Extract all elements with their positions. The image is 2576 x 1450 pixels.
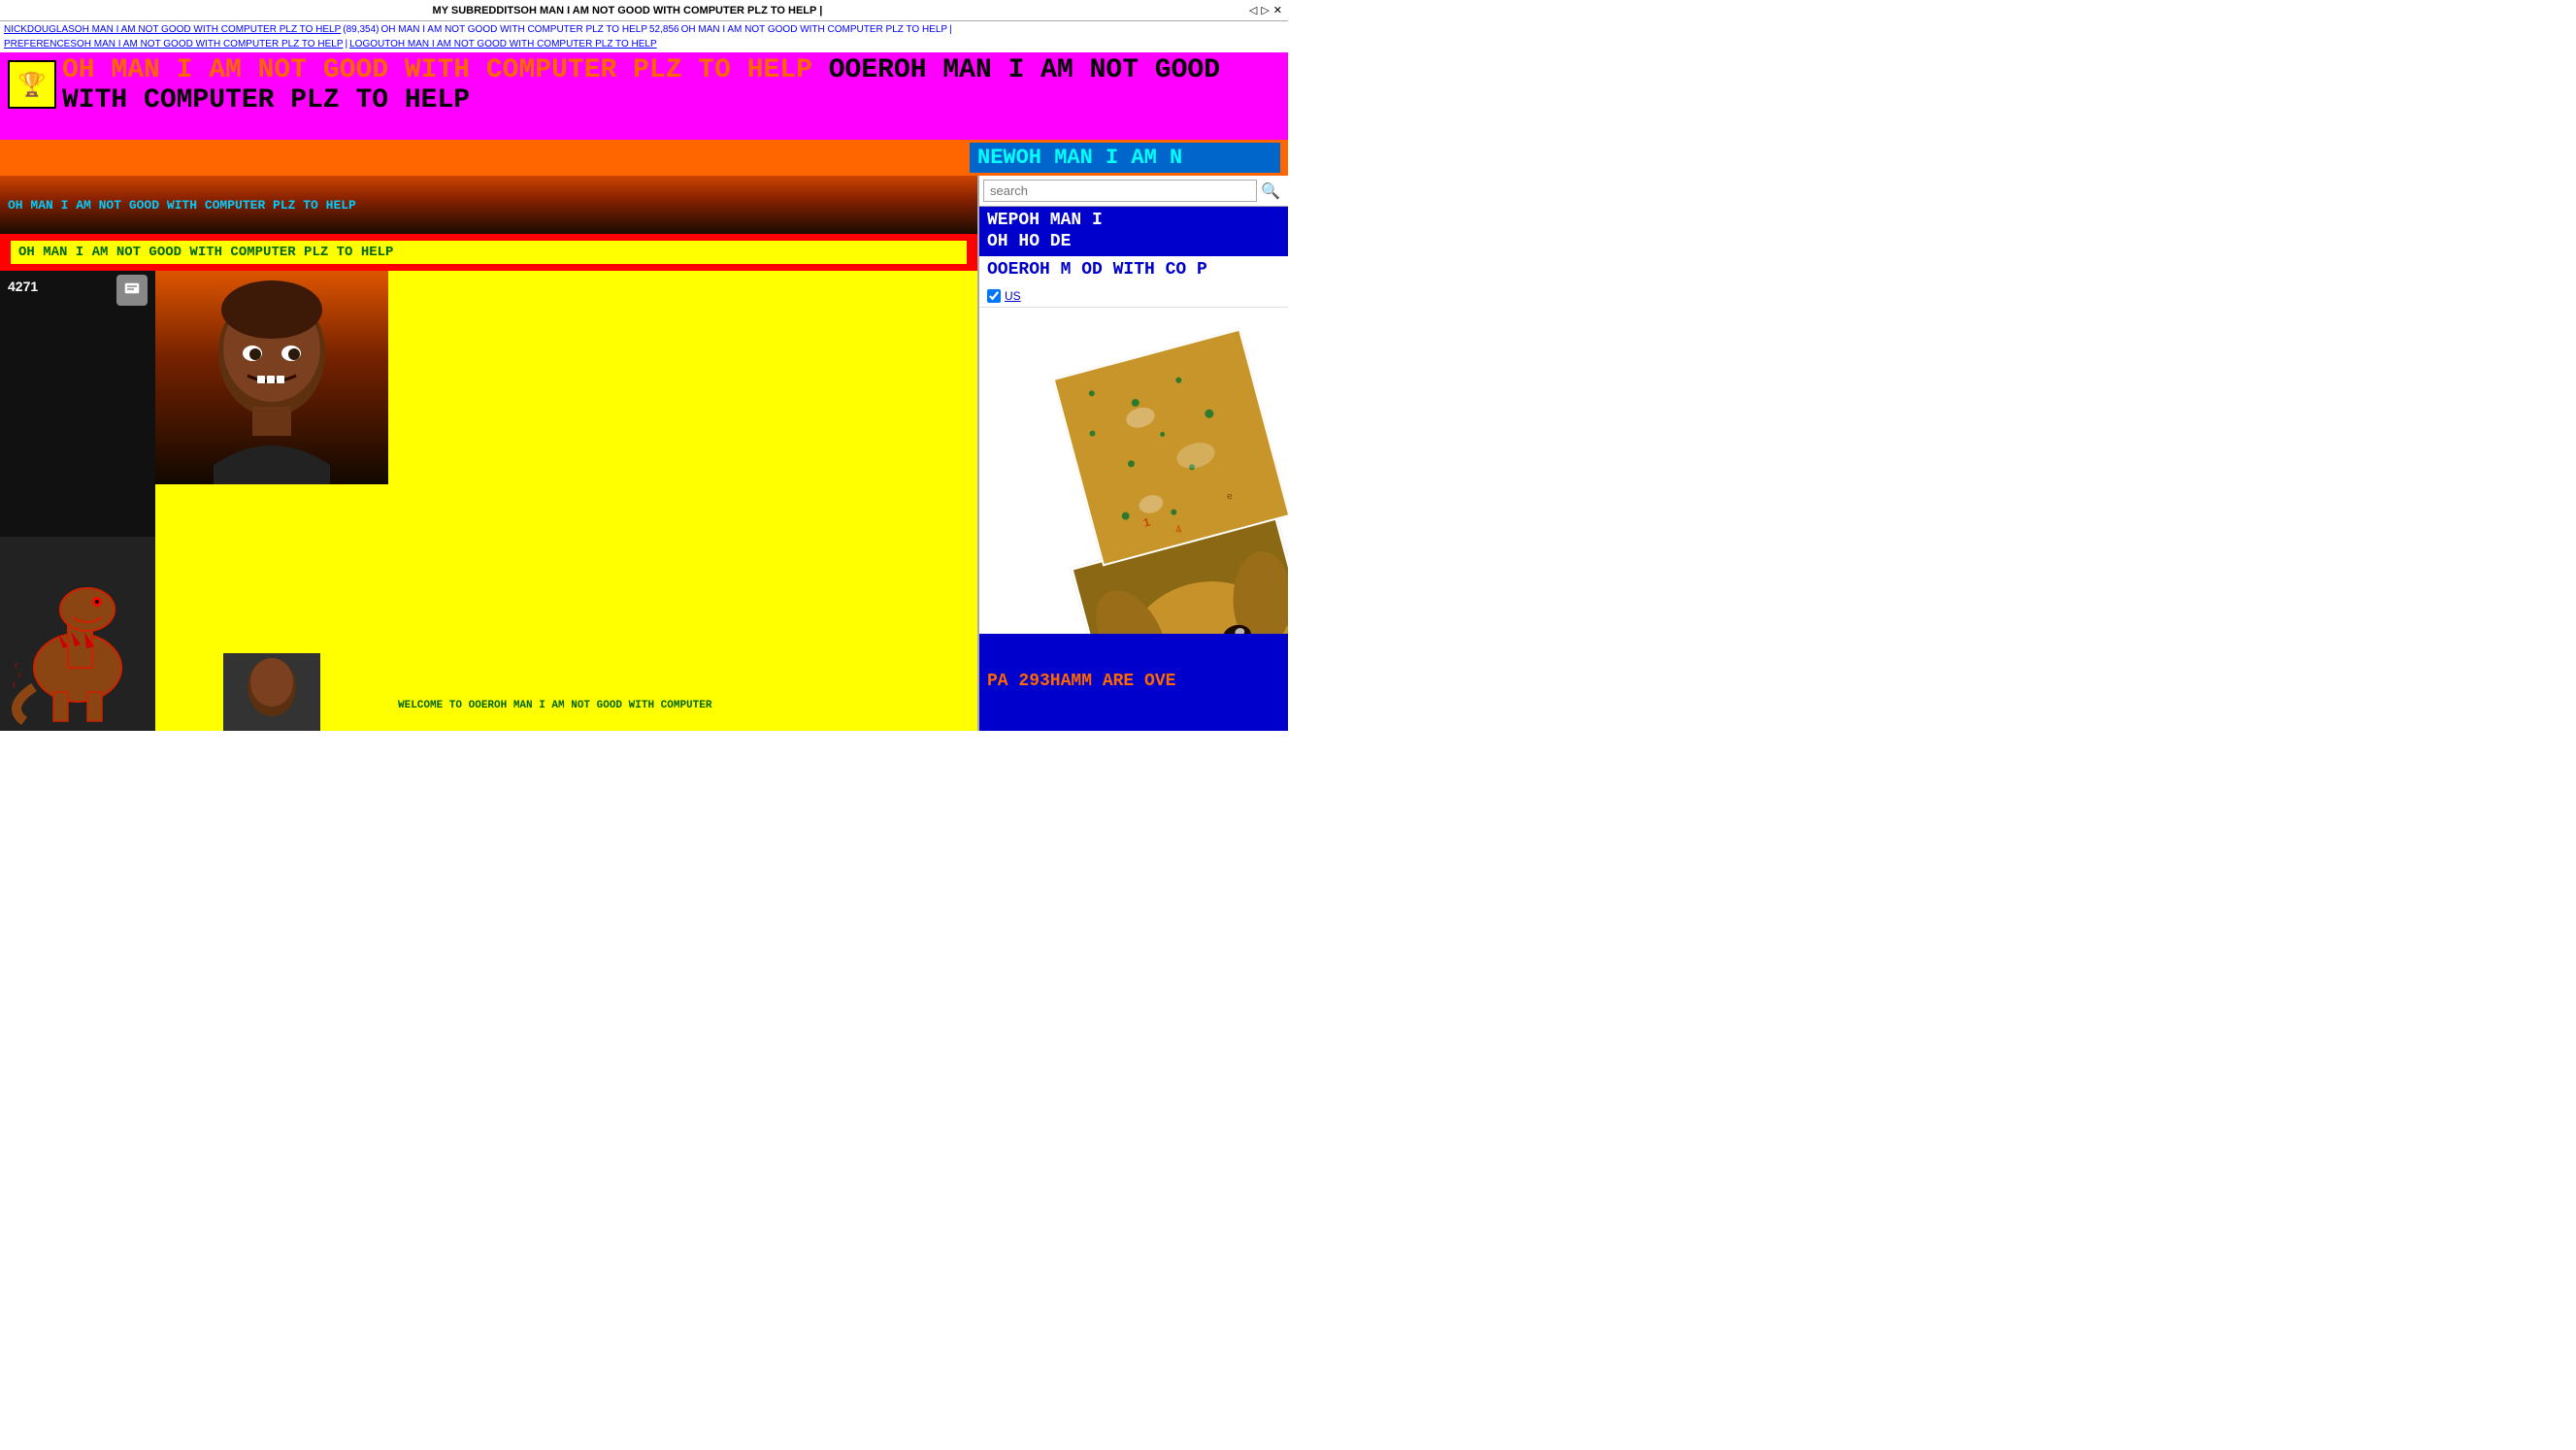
content-row: 4271 xyxy=(0,271,977,731)
bg-area: OH MAN I AM NOT GOOD WITH COMPUTER PLZ T… xyxy=(0,176,977,234)
right-sidebar: 🔍 WEPOH MAN I OH HO DE OOEROH M OD WITH … xyxy=(977,176,1288,731)
sidebar-link-text[interactable]: US xyxy=(1005,289,1021,303)
sidebar-blue-header: WEPOH MAN I OH HO DE xyxy=(979,207,1288,256)
post-title[interactable]: OH MAN I AM NOT GOOD WITH COMPUTER PLZ T… xyxy=(18,245,393,260)
welcome-text: WELCOME TO OOEROH MAN I AM NOT GOOD WITH… xyxy=(398,700,977,711)
yellow-content-area: WELCOME TO OOEROH MAN I AM NOT GOOD WITH… xyxy=(388,271,977,731)
nav-score: (89,354) xyxy=(343,23,379,36)
orange-bar: HOTOH MAN I AM NOT GOOD WITH COMPUTER PL… xyxy=(0,140,1288,176)
nav-username[interactable]: NICKDOUGLASOH MAN I AM NOT GOOD WITH COM… xyxy=(4,23,341,36)
sidebar-header-line1: WEPOH MAN I xyxy=(987,211,1280,232)
chat-icon[interactable] xyxy=(116,275,148,306)
pink-header-text: OH MAN I AM NOT GOOD WITH COMPUTER PLZ T… xyxy=(62,56,1280,116)
window-title: MY SUBREDDITSOH MAN I AM NOT GOOD WITH C… xyxy=(6,5,1249,16)
sidebar-header-line2: OH HO DE xyxy=(987,232,1280,253)
dino-image: r r r xyxy=(0,537,155,731)
svg-text:e: e xyxy=(1226,491,1235,503)
nav-score-text: OH MAN I AM NOT GOOD WITH COMPUTER PLZ T… xyxy=(381,23,647,36)
sidebar-blue-bottom: PA 293HAMM ARE OVE xyxy=(979,634,1288,731)
sidebar-second-header: OOEROH M OD WITH CO P xyxy=(979,256,1288,285)
svg-text:4: 4 xyxy=(1174,523,1183,536)
svg-text:r: r xyxy=(15,660,17,670)
arrow-left[interactable]: ◁ xyxy=(1249,4,1257,16)
yellow-post-inner: OH MAN I AM NOT GOOD WITH COMPUTER PLZ T… xyxy=(11,241,967,264)
pink-pre-text: OH MAN I AM NOT GOOD WITH COMPUTER PLZ T… xyxy=(62,55,812,85)
orange-bar-right-text[interactable]: NEWOH MAN I AM N xyxy=(970,143,1280,173)
small-thumbnail xyxy=(223,653,320,731)
sidebar-link-row: US xyxy=(979,285,1288,308)
arrow-right[interactable]: ▷ xyxy=(1261,4,1269,16)
title-bar: MY SUBREDDITSOH MAN I AM NOT GOOD WITH C… xyxy=(0,0,1288,21)
pink-header: 🏆 OH MAN I AM NOT GOOD WITH COMPUTER PLZ… xyxy=(0,52,1288,140)
nav-help-score: 52,856 xyxy=(649,23,679,36)
orange-bar-left-text: HOTOH MAN I AM NOT GOOD WITH COMPUTER PL… xyxy=(8,143,970,173)
nav-separator1: | xyxy=(949,23,952,36)
svg-text:r: r xyxy=(13,679,16,689)
nav-bar: NICKDOUGLASOH MAN I AM NOT GOOD WITH COM… xyxy=(0,21,1288,52)
search-bar: 🔍 xyxy=(979,176,1288,207)
trophy-icon: 🏆 xyxy=(8,60,56,109)
title-bar-arrows: ◁ ▷ ✕ xyxy=(1249,4,1282,16)
nav-separator2: | xyxy=(346,38,348,50)
svg-text:1: 1 xyxy=(1141,515,1151,530)
main-layout: OH MAN I AM NOT GOOD WITH COMPUTER PLZ T… xyxy=(0,176,1288,731)
nav-logout[interactable]: LOGOUTOH MAN I AM NOT GOOD WITH COMPUTER… xyxy=(349,38,657,50)
sidebar-checkbox[interactable] xyxy=(987,289,1001,303)
search-input[interactable] xyxy=(983,180,1257,202)
vote-counter[interactable]: 4271 xyxy=(8,279,38,294)
svg-text:r: r xyxy=(18,671,21,679)
person-photo xyxy=(155,271,388,484)
search-button[interactable]: 🔍 xyxy=(1257,181,1284,201)
sidebar-bottom-text: PA 293HAMM ARE OVE xyxy=(987,672,1175,693)
yellow-post: OH MAN I AM NOT GOOD WITH COMPUTER PLZ T… xyxy=(0,234,977,271)
center-content: OH MAN I AM NOT GOOD WITH COMPUTER PLZ T… xyxy=(0,176,977,731)
nav-preferences[interactable]: PREFERENCESOH MAN I AM NOT GOOD WITH COM… xyxy=(4,38,344,50)
person-area xyxy=(155,271,388,731)
nav-help-text: OH MAN I AM NOT GOOD WITH COMPUTER PLZ T… xyxy=(681,23,947,36)
bg-area-text: OH MAN I AM NOT GOOD WITH COMPUTER PLZ T… xyxy=(8,198,356,213)
dino-area: 4271 xyxy=(0,271,155,731)
close-button[interactable]: ✕ xyxy=(1273,4,1282,16)
